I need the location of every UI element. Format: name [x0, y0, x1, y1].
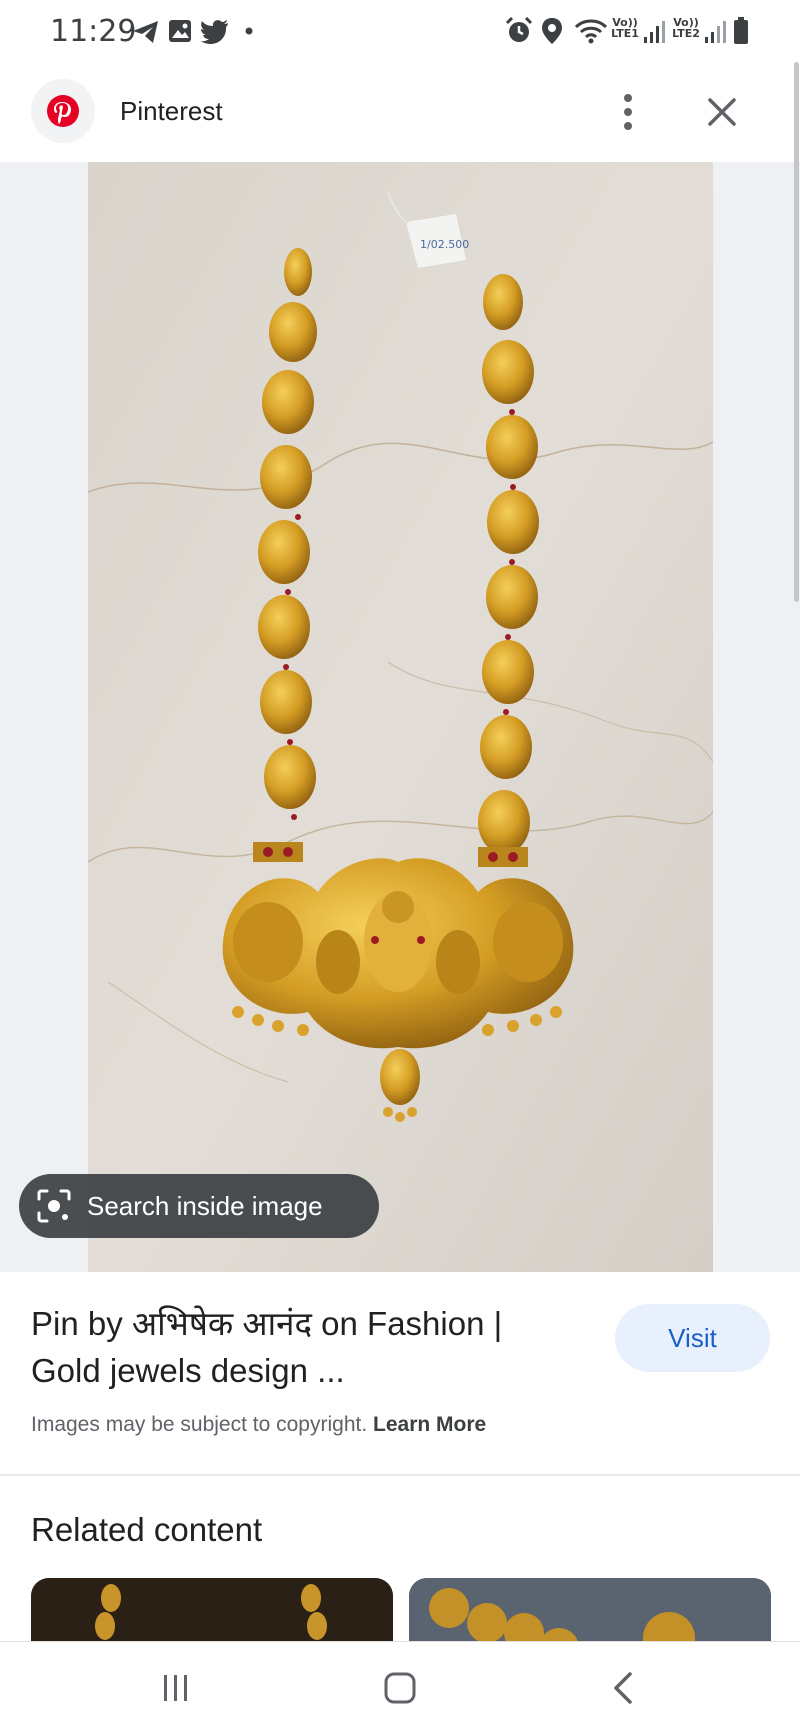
- sim1-label: LTE1: [611, 27, 639, 40]
- lens-icon: [37, 1189, 71, 1223]
- signal-icon-2: [705, 21, 726, 43]
- necklace-photo[interactable]: 1/02.500: [88, 162, 713, 1272]
- visit-button[interactable]: Visit: [615, 1304, 770, 1372]
- dot-icon: [245, 27, 253, 35]
- section-divider: [0, 1474, 800, 1476]
- gallery-icon: [169, 20, 191, 42]
- status-time: 11:29: [50, 14, 137, 49]
- twitter-icon: [201, 20, 228, 44]
- alarm-icon: [505, 17, 533, 42]
- wifi-icon: [574, 19, 608, 44]
- close-icon[interactable]: [702, 92, 742, 132]
- result-title[interactable]: Pin by अभिषेक आनंद on Fashion | Gold jew…: [31, 1300, 571, 1394]
- back-icon[interactable]: [600, 1666, 648, 1710]
- system-nav-bar: [0, 1641, 800, 1734]
- result-title-line2: Gold jewels design ...: [31, 1352, 345, 1389]
- search-inside-image-label: Search inside image: [87, 1190, 323, 1221]
- battery-icon: [734, 17, 748, 44]
- copyright-text: Images may be subject to copyright.: [31, 1413, 368, 1436]
- copyright-notice: Images may be subject to copyright. Lear…: [31, 1413, 486, 1437]
- more-options-icon[interactable]: [612, 90, 644, 134]
- viewer-header: Pinterest: [0, 62, 800, 162]
- location-icon: [542, 18, 562, 44]
- page-scrollbar[interactable]: [794, 62, 799, 602]
- sim2-label: LTE2: [672, 27, 700, 40]
- home-icon[interactable]: [376, 1666, 424, 1710]
- related-content-heading: Related content: [31, 1511, 263, 1548]
- image-viewer: 1/02.500: [0, 162, 800, 1272]
- recent-apps-icon[interactable]: [152, 1666, 200, 1710]
- learn-more-link[interactable]: Learn More: [373, 1413, 486, 1436]
- pinterest-logo-icon: [47, 95, 79, 127]
- site-name: Pinterest: [120, 96, 223, 126]
- site-logo: [31, 79, 95, 143]
- result-title-line1: Pin by अभिषेक आनंद on Fashion |: [31, 1305, 503, 1342]
- telegram-icon: [133, 21, 158, 43]
- price-tag-text: 1/02.500: [420, 238, 469, 251]
- signal-icon: [644, 21, 665, 43]
- search-inside-image-button[interactable]: Search inside image: [19, 1174, 379, 1238]
- status-bar: 11:29 Vo)) LTE1 Vo)) LTE2: [0, 0, 800, 62]
